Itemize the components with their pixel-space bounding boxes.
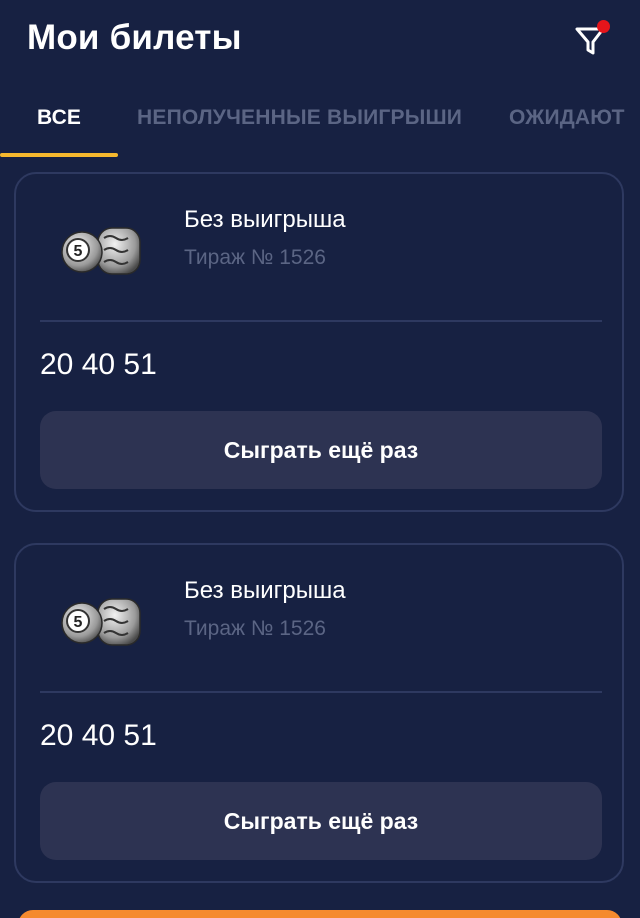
ticket-status: Без выигрыша — [184, 577, 346, 604]
divider — [40, 320, 602, 322]
bottom-action-bar[interactable] — [18, 910, 622, 918]
ticket-numbers: 20 40 51 — [40, 719, 157, 752]
divider — [40, 691, 602, 693]
ticket-numbers: 20 40 51 — [40, 348, 157, 381]
play-again-button[interactable]: Сыграть ещё раз — [40, 782, 602, 860]
lottery-barrel-icon: 5 — [61, 598, 141, 646]
tab-unclaimed-winnings[interactable]: НЕПОЛУЧЕННЫЕ ВЫИГРЫШИ — [137, 106, 462, 130]
lottery-barrel-icon: 5 — [61, 227, 141, 275]
svg-text:5: 5 — [74, 614, 83, 631]
header: Мои билеты — [0, 0, 640, 82]
ticket-draw-number: Тираж № 1526 — [184, 246, 326, 269]
my-tickets-screen: Мои билеты ВСЕ НЕПОЛУЧЕННЫЕ ВЫИГРЫШИ ОЖИ… — [0, 0, 640, 918]
page-title: Мои билеты — [27, 18, 242, 57]
svg-text:5: 5 — [74, 243, 83, 260]
filter-button[interactable] — [570, 18, 614, 62]
ticket-card[interactable]: 5 Без выигрыша Тираж № 1526 20 40 51 Сыг… — [14, 172, 624, 512]
ticket-draw-number: Тираж № 1526 — [184, 617, 326, 640]
ticket-status: Без выигрыша — [184, 206, 346, 233]
filter-badge — [597, 20, 610, 33]
tab-waiting[interactable]: ОЖИДАЮТ — [509, 106, 625, 130]
ticket-card[interactable]: 5 Без выигрыша Тираж № 1526 20 40 51 Сыг… — [14, 543, 624, 883]
active-tab-indicator — [0, 153, 118, 157]
play-again-button[interactable]: Сыграть ещё раз — [40, 411, 602, 489]
tab-all[interactable]: ВСЕ — [37, 106, 81, 130]
tab-bar: ВСЕ НЕПОЛУЧЕННЫЕ ВЫИГРЫШИ ОЖИДАЮТ — [0, 96, 640, 158]
